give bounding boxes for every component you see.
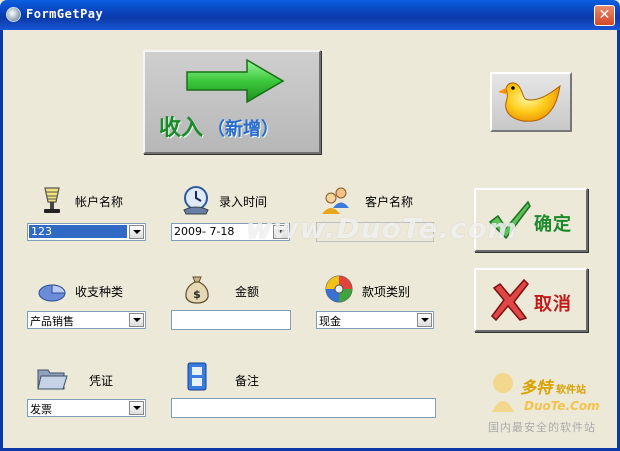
watermark-url: DuoTe.Com — [524, 399, 600, 413]
window-title: FormGetPay — [26, 7, 104, 21]
entry-time-label: 录入时间 — [219, 195, 268, 209]
item-type-select[interactable]: 现金 — [316, 311, 434, 329]
watermark-brand: 多特 — [520, 378, 553, 397]
bird-button[interactable] — [490, 72, 572, 132]
chevron-down-icon[interactable] — [129, 313, 144, 327]
money-bag-icon: $ — [185, 276, 209, 304]
chevron-down-icon[interactable] — [417, 313, 432, 327]
category-label: 收支种类 — [75, 285, 124, 299]
remark-input[interactable] — [171, 398, 436, 418]
account-label: 帐户名称 — [75, 195, 124, 209]
category-select[interactable]: 产品销售 — [27, 311, 146, 329]
account-select[interactable]: 123 — [27, 223, 146, 241]
title-bar: FormGetPay ✕ — [0, 0, 620, 30]
green-arrow-icon — [186, 58, 285, 104]
watermark-slogan: 国内最安全的软件站 — [488, 421, 596, 434]
confirm-label: 确定 — [534, 214, 572, 235]
notes-icon — [187, 362, 207, 391]
app-icon[interactable] — [6, 7, 21, 22]
mascot-icon — [492, 373, 514, 412]
chevron-down-icon[interactable] — [129, 401, 144, 415]
yellow-bird-icon — [498, 82, 561, 122]
svg-text:$: $ — [193, 288, 201, 301]
voucher-select[interactable]: 发票 — [27, 399, 146, 417]
disc-icon — [325, 275, 353, 303]
income-label: 收入 （新增） — [159, 115, 280, 141]
cross-icon — [491, 278, 529, 322]
watermark-center: www.DuoTe.com — [246, 212, 518, 245]
watermark-brand-small: 软件站 — [556, 385, 586, 396]
cancel-label: 取消 — [534, 294, 572, 315]
amount-label: 金额 — [235, 285, 260, 299]
income-add-button[interactable]: 收入 （新增） — [143, 50, 321, 154]
voucher-label: 凭证 — [89, 374, 114, 388]
lamp-icon — [44, 187, 60, 213]
clock-icon — [183, 186, 209, 215]
cancel-button[interactable]: 取消 — [474, 268, 588, 332]
chevron-down-icon[interactable] — [129, 225, 144, 239]
remark-label: 备注 — [235, 374, 260, 388]
folder-icon — [37, 369, 68, 390]
customer-label: 客户名称 — [365, 195, 414, 209]
close-button[interactable]: ✕ — [594, 5, 615, 26]
amount-input[interactable] — [171, 310, 291, 330]
pie-chart-icon — [38, 284, 66, 302]
item-type-label: 款项类别 — [362, 285, 411, 299]
